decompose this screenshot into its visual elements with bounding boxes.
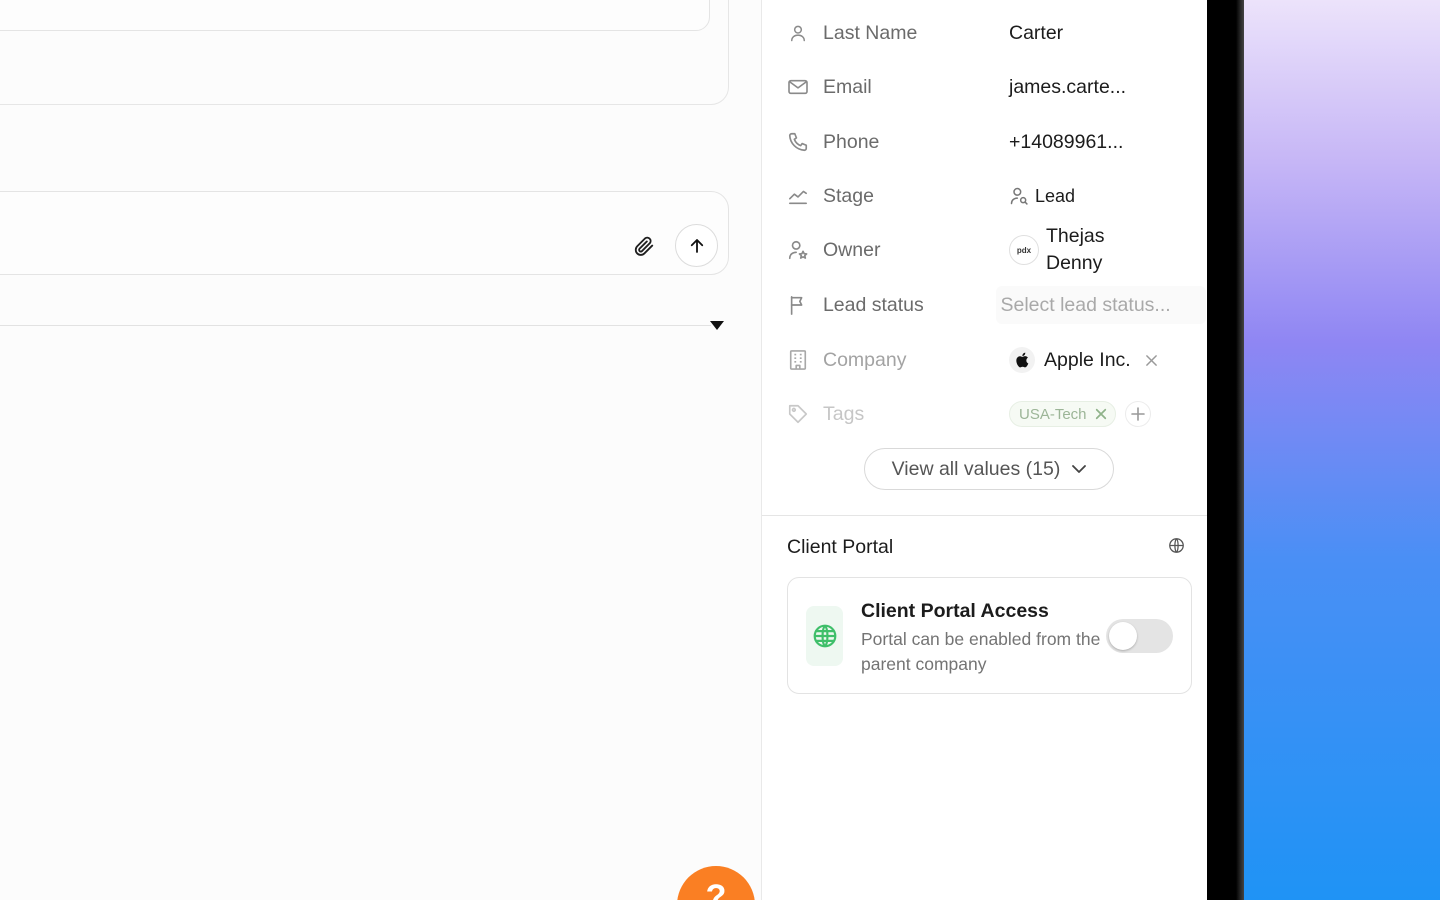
owner-selector[interactable]: pdx Thejas Denny [1009,223,1105,277]
toggle-knob [1109,622,1137,650]
add-tag-button[interactable] [1124,401,1151,427]
chevron-down-icon [1072,464,1087,474]
contact-details-panel: Last Name Carter Email james.carte... Ph… [761,0,1208,900]
field-label: Owner [823,238,881,261]
remove-company-icon[interactable] [1145,354,1158,367]
stage-selector[interactable]: Lead [1009,186,1075,207]
card-description: Portal can be enabled from the parent co… [861,629,1101,674]
chart-line-icon [786,184,810,208]
section-divider [762,515,1208,516]
tag-chip[interactable]: USA-Tech [1009,401,1116,427]
conversation-pane: ? [0,0,761,900]
mail-icon [786,75,810,99]
tag-label: USA-Tech [1019,405,1087,423]
field-label: Tags [823,402,865,425]
avatar: pdx [1009,235,1039,265]
person-search-icon [1009,186,1029,206]
help-button[interactable]: ? [677,866,755,900]
tag-icon [786,402,810,426]
field-label: Phone [823,130,880,153]
help-label: ? [705,878,727,900]
field-label: Stage [823,184,874,207]
paperclip-icon[interactable] [630,233,658,259]
caret-down-icon[interactable] [709,320,725,330]
field-label: Company [823,348,907,371]
owner-first-name: Thejas [1046,225,1105,247]
field-label: Lead status [822,293,924,316]
field-label: Email [823,75,872,98]
remove-tag-icon[interactable] [1095,408,1107,420]
view-all-values-button[interactable]: View all values (15) [864,448,1114,490]
field-phone: Phone +14089961... [786,120,1206,164]
field-value-email[interactable]: james.carte... [1009,76,1126,99]
field-value-phone[interactable]: +14089961... [1009,131,1123,154]
phone-icon [786,130,810,154]
message-card-inner [0,0,710,31]
flag-icon [786,293,810,317]
person-icon [786,21,810,45]
lead-status-select[interactable]: Select lead status... [996,286,1206,324]
divider [0,325,711,326]
message-composer[interactable] [0,191,729,275]
field-company: Company Apple Inc. [786,338,1206,382]
plus-icon [1130,407,1145,421]
client-portal-card: Client Portal Access Portal can be enabl… [787,577,1192,694]
field-email: Email james.carte... [786,65,1206,109]
field-last-name: Last Name Carter [786,11,1206,55]
apple-logo-icon [1009,347,1035,373]
company-value[interactable]: Apple Inc. [1009,347,1158,373]
field-owner: Owner pdx Thejas Denny [786,225,1206,274]
person-star-icon [786,238,810,262]
arrow-up-icon [690,238,703,253]
building-icon [786,348,810,372]
globe-icon [806,606,843,666]
stage-value: Lead [1035,185,1076,206]
desktop-wallpaper [1244,0,1440,900]
globe-icon[interactable] [1168,537,1186,555]
company-name: Apple Inc. [1044,348,1131,371]
field-lead-status: Lead status Select lead status... [786,283,1206,327]
owner-last-name: Denny [1046,252,1103,274]
field-stage: Stage Lead [786,174,1206,218]
field-tags: Tags USA-Tech [786,392,1206,436]
section-title: Client Portal [787,536,894,558]
field-label: Last Name [823,21,918,44]
tags-list: USA-Tech [1009,401,1151,427]
client-portal-toggle[interactable] [1106,619,1173,653]
field-value-last-name[interactable]: Carter [1009,22,1063,45]
view-all-label: View all values (15) [891,457,1061,480]
window-shadow [1236,0,1244,900]
send-button[interactable] [675,224,718,267]
card-title: Client Portal Access [861,600,1049,622]
